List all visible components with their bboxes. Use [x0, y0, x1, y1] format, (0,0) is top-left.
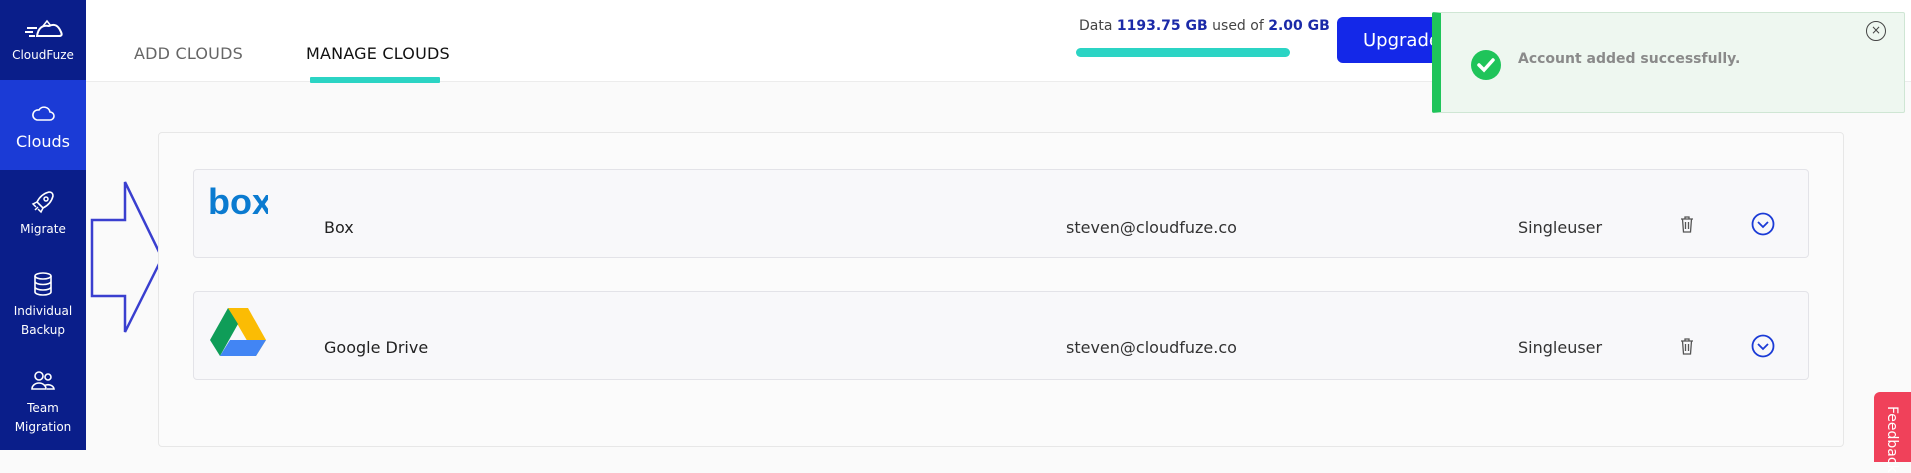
box-logo-icon: box: [208, 184, 268, 220]
cloud-name: Box: [324, 218, 354, 237]
brand-label: CloudFuze: [12, 48, 74, 62]
box-logo-text: box: [208, 184, 268, 220]
sidebar-item-clouds[interactable]: Clouds: [0, 80, 86, 170]
sidebar-item-team-migration[interactable]: Team Migration: [0, 354, 86, 450]
active-tab-indicator: [310, 77, 440, 83]
usage-middle: used of: [1212, 18, 1264, 34]
storage-usage: Data 1193.75 GB used of 2.00 GB: [1079, 18, 1379, 34]
check-circle-icon: [1471, 50, 1501, 80]
tab-add-clouds[interactable]: ADD CLOUDS: [134, 44, 243, 63]
brand[interactable]: CloudFuze: [0, 0, 86, 80]
database-icon: [34, 272, 52, 296]
tab-manage-clouds[interactable]: MANAGE CLOUDS: [306, 44, 450, 63]
usage-prefix: Data: [1079, 18, 1113, 34]
cloud-list-panel: box Box steven@cloudfuze.co Singleuser G…: [158, 132, 1844, 447]
feedback-button[interactable]: Feedback: [1874, 392, 1911, 473]
usage-progress-bar: [1076, 48, 1290, 57]
sidebar-item-migrate[interactable]: Migrate: [0, 170, 86, 256]
trash-icon[interactable]: [1679, 336, 1695, 356]
cloud-email: steven@cloudfuze.co: [1066, 338, 1237, 357]
team-icon: [31, 371, 55, 390]
cloud-name: Google Drive: [324, 338, 429, 357]
sidebar-item-individual-backup[interactable]: Individual Backup: [0, 256, 86, 354]
cloud-icon: [32, 105, 55, 121]
usage-used: 1193.75 GB: [1116, 18, 1208, 34]
account-type: Singleuser: [1518, 338, 1603, 357]
rocket-icon: [31, 190, 54, 213]
sidebar-item-label: Clouds: [15, 131, 71, 151]
success-toast: Account added successfully. ×: [1432, 12, 1905, 113]
sidebar-item-label-line2: Backup: [21, 323, 65, 337]
cloud-email: steven@cloudfuze.co: [1066, 218, 1237, 237]
sidebar: CloudFuze Clouds Migrate Individual Back…: [0, 0, 86, 450]
sidebar-item-label-line2: Migration: [14, 420, 72, 434]
chevron-down-circle-icon[interactable]: [1751, 212, 1775, 236]
cloud-row-box[interactable]: box Box steven@cloudfuze.co Singleuser: [193, 169, 1809, 258]
sidebar-item-label-line1: Individual: [13, 304, 73, 318]
sidebar-item-label-line1: Team: [27, 401, 59, 415]
chevron-down-circle-icon[interactable]: [1751, 334, 1775, 358]
usage-total: 2.00 GB: [1268, 18, 1330, 34]
cloudfuze-logo-icon: [25, 19, 63, 37]
feedback-label: Feedback: [1884, 406, 1900, 473]
sidebar-item-label: Migrate: [20, 221, 66, 236]
google-drive-logo-icon: [210, 308, 266, 356]
toast-message: Account added successfully.: [1518, 51, 1741, 67]
account-type: Singleuser: [1518, 218, 1603, 237]
close-icon[interactable]: ×: [1866, 21, 1886, 41]
arrow-right-icon: [90, 181, 164, 333]
cloud-row-google-drive[interactable]: Google Drive steven@cloudfuze.co Singleu…: [193, 291, 1809, 380]
trash-icon[interactable]: [1679, 214, 1695, 234]
